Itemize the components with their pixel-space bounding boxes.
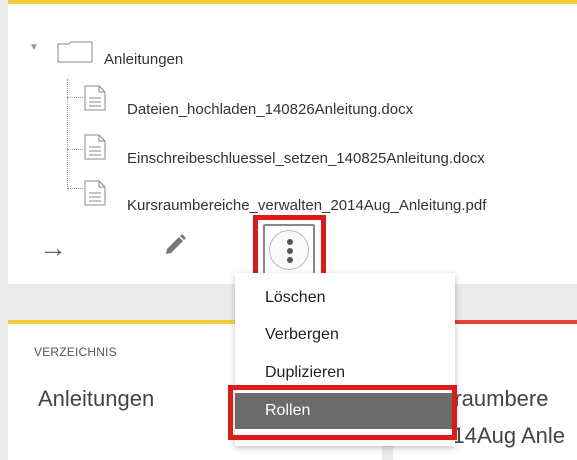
section-title[interactable]: Anleitungen bbox=[38, 386, 154, 412]
highlight-box-more bbox=[253, 215, 326, 280]
file-icon bbox=[84, 134, 106, 160]
collapse-caret-icon[interactable]: ▼ bbox=[29, 42, 39, 53]
file-icon bbox=[84, 85, 106, 111]
file-icon bbox=[84, 180, 106, 206]
arrow-right-icon[interactable]: → bbox=[39, 234, 67, 262]
file-item-1[interactable]: Dateien_hochladen_140826Anleitung.docx bbox=[127, 101, 413, 118]
menu-item-hide[interactable]: Verbergen bbox=[235, 317, 455, 353]
folder-icon bbox=[57, 41, 93, 63]
file-item-2[interactable]: Einschreibeschluessel_setzen_140825Anlei… bbox=[127, 150, 485, 167]
file-item-3[interactable]: Kursraumbereiche_verwalten_2014Aug_Anlei… bbox=[127, 197, 486, 214]
section-label: VERZEICHNIS bbox=[34, 345, 117, 359]
tree-root-label[interactable]: Anleitungen bbox=[104, 51, 183, 68]
highlight-box-roles bbox=[228, 385, 457, 440]
pencil-icon[interactable] bbox=[163, 233, 187, 257]
menu-item-delete[interactable]: Löschen bbox=[235, 280, 455, 316]
